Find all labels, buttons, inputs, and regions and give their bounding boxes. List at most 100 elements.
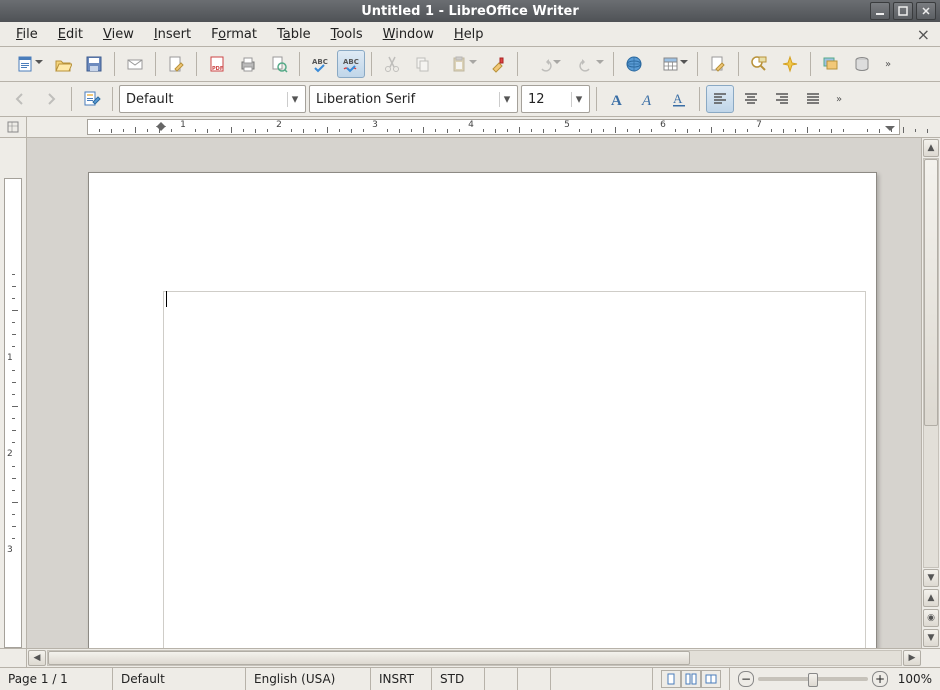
navigator-button[interactable] bbox=[776, 50, 804, 78]
align-left-button[interactable] bbox=[706, 85, 734, 113]
export-pdf-button[interactable]: PDF bbox=[203, 50, 231, 78]
data-sources-button[interactable] bbox=[848, 50, 876, 78]
status-page-style[interactable]: Default bbox=[113, 668, 246, 690]
nav-next-page-button[interactable]: ▼ bbox=[923, 629, 939, 647]
edit-file-button[interactable] bbox=[162, 50, 190, 78]
underline-button[interactable]: A bbox=[665, 85, 693, 113]
copy-button[interactable] bbox=[409, 50, 437, 78]
status-modified-icon[interactable] bbox=[485, 668, 518, 690]
ruler-label: 5 bbox=[564, 120, 570, 130]
zoom-slider-knob[interactable] bbox=[808, 673, 818, 687]
svg-text:PDF: PDF bbox=[212, 66, 223, 72]
scroll-up-button[interactable]: ▲ bbox=[923, 139, 939, 157]
view-multi-page-button[interactable] bbox=[681, 670, 701, 688]
menu-edit[interactable]: Edit bbox=[48, 24, 93, 45]
toolbar-overflow-icon[interactable]: » bbox=[879, 59, 897, 70]
align-center-button[interactable] bbox=[737, 85, 765, 113]
zoom-value[interactable]: 100% bbox=[892, 672, 932, 686]
menu-table[interactable]: Table bbox=[267, 24, 321, 45]
menu-tools[interactable]: Tools bbox=[321, 24, 373, 45]
menu-help[interactable]: Help bbox=[444, 24, 494, 45]
maximize-button[interactable] bbox=[893, 2, 913, 20]
align-right-button[interactable] bbox=[768, 85, 796, 113]
status-page[interactable]: Page 1 / 1 bbox=[0, 668, 113, 690]
spellcheck-button[interactable]: ABC bbox=[306, 50, 334, 78]
paragraph-style-combo[interactable]: Default▾ bbox=[119, 85, 306, 113]
show-draw-functions-button[interactable] bbox=[704, 50, 732, 78]
scroll-track[interactable] bbox=[923, 158, 939, 568]
minimize-button[interactable] bbox=[870, 2, 890, 20]
scroll-right-button[interactable]: ▶ bbox=[903, 650, 921, 666]
paste-button[interactable] bbox=[440, 50, 480, 78]
font-size-combo[interactable]: 12 ▾ bbox=[521, 85, 590, 113]
align-justify-button[interactable] bbox=[799, 85, 827, 113]
italic-button[interactable]: A bbox=[634, 85, 662, 113]
status-language[interactable]: English (USA) bbox=[246, 668, 371, 690]
vertical-scrollbar[interactable]: ▲ ▼ ▲ ◉ ▼ bbox=[921, 138, 940, 648]
horizontal-scrollbar[interactable]: ◀ ▶ bbox=[0, 648, 940, 667]
scroll-track[interactable] bbox=[47, 650, 902, 666]
insert-table-button[interactable] bbox=[651, 50, 691, 78]
vertical-ruler[interactable]: 123 bbox=[0, 138, 27, 648]
nav-forward-button[interactable] bbox=[37, 85, 65, 113]
dropdown-arrow-icon[interactable]: ▾ bbox=[287, 92, 302, 107]
menu-file[interactable]: File bbox=[6, 24, 48, 45]
font-size-value: 12 bbox=[528, 92, 545, 107]
dropdown-arrow-icon[interactable]: ▾ bbox=[499, 92, 514, 107]
scroll-thumb[interactable] bbox=[924, 159, 938, 426]
gallery-button[interactable] bbox=[817, 50, 845, 78]
undo-button[interactable] bbox=[524, 50, 564, 78]
document-canvas[interactable] bbox=[27, 138, 921, 648]
view-single-page-button[interactable] bbox=[661, 670, 681, 688]
formatting-toolbar: Default▾ Liberation Serif▾ 12 ▾ A A A » bbox=[0, 82, 940, 117]
zoom-slider[interactable] bbox=[758, 677, 868, 681]
status-signature-icon[interactable] bbox=[518, 668, 551, 690]
ruler-label: 3 bbox=[372, 120, 378, 130]
ruler-label: 1 bbox=[7, 353, 13, 363]
svg-text:A: A bbox=[611, 93, 622, 108]
scroll-down-button[interactable]: ▼ bbox=[923, 569, 939, 587]
auto-spellcheck-button[interactable]: ABC bbox=[337, 50, 365, 78]
svg-text:ABC: ABC bbox=[312, 58, 328, 66]
font-name-combo[interactable]: Liberation Serif▾ bbox=[309, 85, 518, 113]
document-close-icon[interactable]: × bbox=[913, 25, 934, 44]
navigation-button[interactable]: ◉ bbox=[923, 609, 939, 627]
zoom-in-button[interactable]: + bbox=[872, 671, 888, 687]
ruler-label: 2 bbox=[7, 449, 13, 459]
status-selection-mode[interactable]: STD bbox=[432, 668, 485, 690]
dropdown-arrow-icon[interactable]: ▾ bbox=[571, 92, 586, 107]
horizontal-ruler[interactable]: 1234567 bbox=[27, 117, 940, 137]
toolbar-overflow-icon[interactable]: » bbox=[830, 94, 848, 105]
email-button[interactable] bbox=[121, 50, 149, 78]
status-bar: Page 1 / 1 Default English (USA) INSRT S… bbox=[0, 667, 940, 690]
open-button[interactable] bbox=[49, 50, 77, 78]
format-paintbrush-button[interactable] bbox=[483, 50, 511, 78]
save-button[interactable] bbox=[80, 50, 108, 78]
menu-view[interactable]: View bbox=[93, 24, 144, 45]
print-preview-button[interactable] bbox=[265, 50, 293, 78]
menu-window[interactable]: Window bbox=[373, 24, 444, 45]
new-button[interactable] bbox=[6, 50, 46, 78]
page[interactable] bbox=[88, 172, 877, 648]
menu-format[interactable]: Format bbox=[201, 24, 267, 45]
bold-button[interactable]: A bbox=[603, 85, 631, 113]
ruler-row: 1234567 bbox=[0, 117, 940, 138]
work-area: 123 ▲ ▼ ▲ ◉ ▼ bbox=[0, 138, 940, 648]
print-button[interactable] bbox=[234, 50, 262, 78]
svg-text:A: A bbox=[641, 93, 652, 108]
nav-back-button[interactable] bbox=[6, 85, 34, 113]
nav-prev-page-button[interactable]: ▲ bbox=[923, 589, 939, 607]
redo-button[interactable] bbox=[567, 50, 607, 78]
view-book-button[interactable] bbox=[701, 670, 721, 688]
cut-button[interactable] bbox=[378, 50, 406, 78]
scroll-left-button[interactable]: ◀ bbox=[28, 650, 46, 666]
styles-button[interactable] bbox=[78, 85, 106, 113]
ruler-label: 7 bbox=[756, 120, 762, 130]
find-replace-button[interactable] bbox=[745, 50, 773, 78]
hyperlink-button[interactable] bbox=[620, 50, 648, 78]
menu-insert[interactable]: Insert bbox=[144, 24, 201, 45]
scroll-thumb[interactable] bbox=[48, 651, 690, 665]
close-button[interactable] bbox=[916, 2, 936, 20]
zoom-out-button[interactable]: − bbox=[738, 671, 754, 687]
status-insert-mode[interactable]: INSRT bbox=[371, 668, 432, 690]
